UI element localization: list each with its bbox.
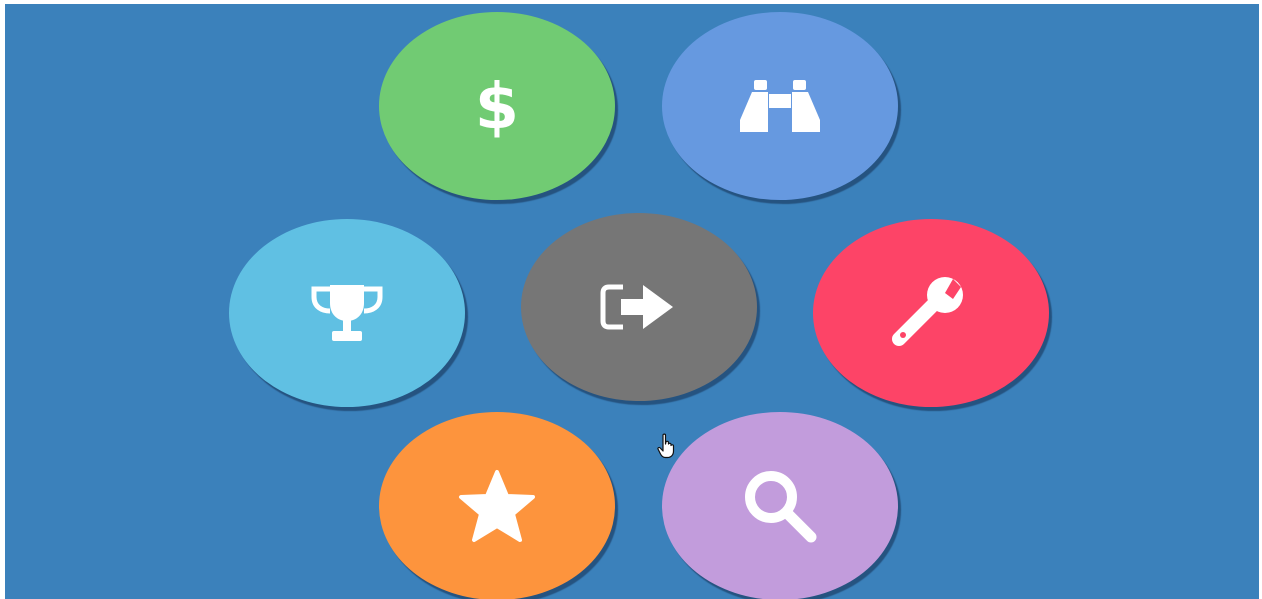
sign-out-icon [594,262,684,352]
binoculars-button[interactable] [662,12,898,200]
search-button[interactable] [662,412,898,599]
star-button[interactable] [379,412,615,599]
money-button[interactable]: $ [379,12,615,200]
trophy-button[interactable] [229,219,465,407]
wrench-icon [886,268,976,358]
wrench-button[interactable] [813,219,1049,407]
svg-text:$: $ [475,71,519,141]
menu-canvas: $ [5,4,1259,599]
binoculars-icon [735,61,825,151]
trophy-icon [302,268,392,358]
logout-button[interactable] [521,213,757,401]
search-icon [735,461,825,551]
dollar-icon: $ [452,61,542,151]
star-icon [452,461,542,551]
hand-pointer-icon [657,433,677,459]
